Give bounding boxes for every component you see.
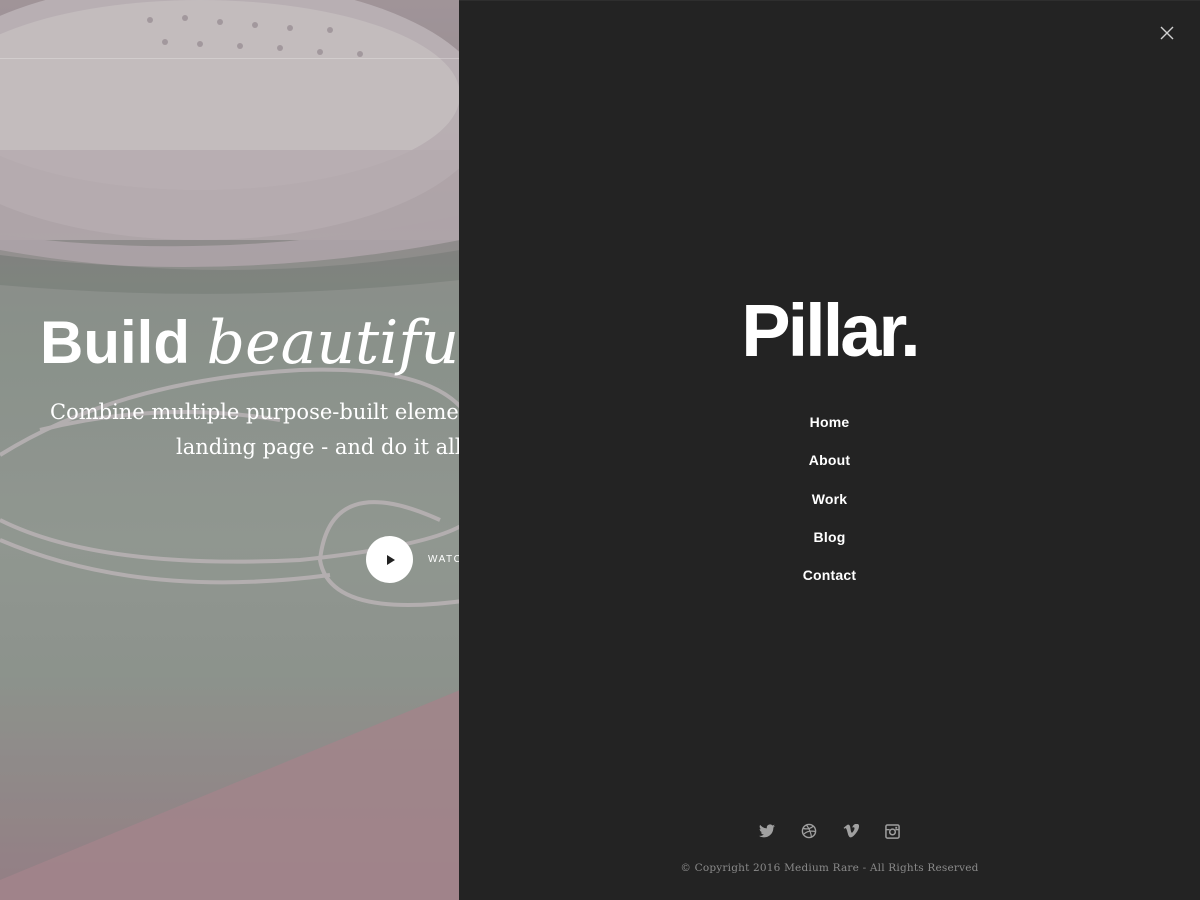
instagram-icon[interactable] bbox=[884, 822, 902, 840]
watch-video-label[interactable]: WATC bbox=[428, 554, 462, 565]
nav-link-about[interactable]: About bbox=[809, 449, 850, 471]
main-nav: Home About Work Blog Contact bbox=[459, 411, 1200, 602]
social-links bbox=[459, 822, 1200, 840]
twitter-icon[interactable] bbox=[758, 822, 776, 840]
dribbble-icon[interactable] bbox=[800, 822, 818, 840]
hero-title: Build beautiful l bbox=[40, 308, 517, 378]
site-logo[interactable]: Pillar. bbox=[459, 289, 1200, 373]
play-icon bbox=[386, 554, 395, 565]
copyright-text: © Copyright 2016 Medium Rare - All Right… bbox=[680, 862, 979, 874]
hero-title-bold: Build bbox=[40, 309, 190, 376]
overlay-menu-panel: Pillar. Home About Work Blog Contact © C… bbox=[459, 0, 1200, 900]
nav-item-home: Home bbox=[459, 411, 1200, 449]
play-video-button[interactable] bbox=[366, 536, 413, 583]
header-divider bbox=[0, 58, 460, 59]
nav-link-blog[interactable]: Blog bbox=[814, 526, 846, 548]
nav-link-work[interactable]: Work bbox=[812, 488, 848, 510]
nav-link-contact[interactable]: Contact bbox=[803, 564, 857, 586]
close-menu-button[interactable] bbox=[1160, 26, 1174, 40]
nav-link-home[interactable]: Home bbox=[810, 411, 850, 433]
nav-item-contact: Contact bbox=[459, 564, 1200, 602]
nav-item-about: About bbox=[459, 449, 1200, 487]
nav-item-blog: Blog bbox=[459, 526, 1200, 564]
vimeo-icon[interactable] bbox=[842, 822, 860, 840]
close-icon bbox=[1160, 26, 1174, 40]
nav-item-work: Work bbox=[459, 488, 1200, 526]
